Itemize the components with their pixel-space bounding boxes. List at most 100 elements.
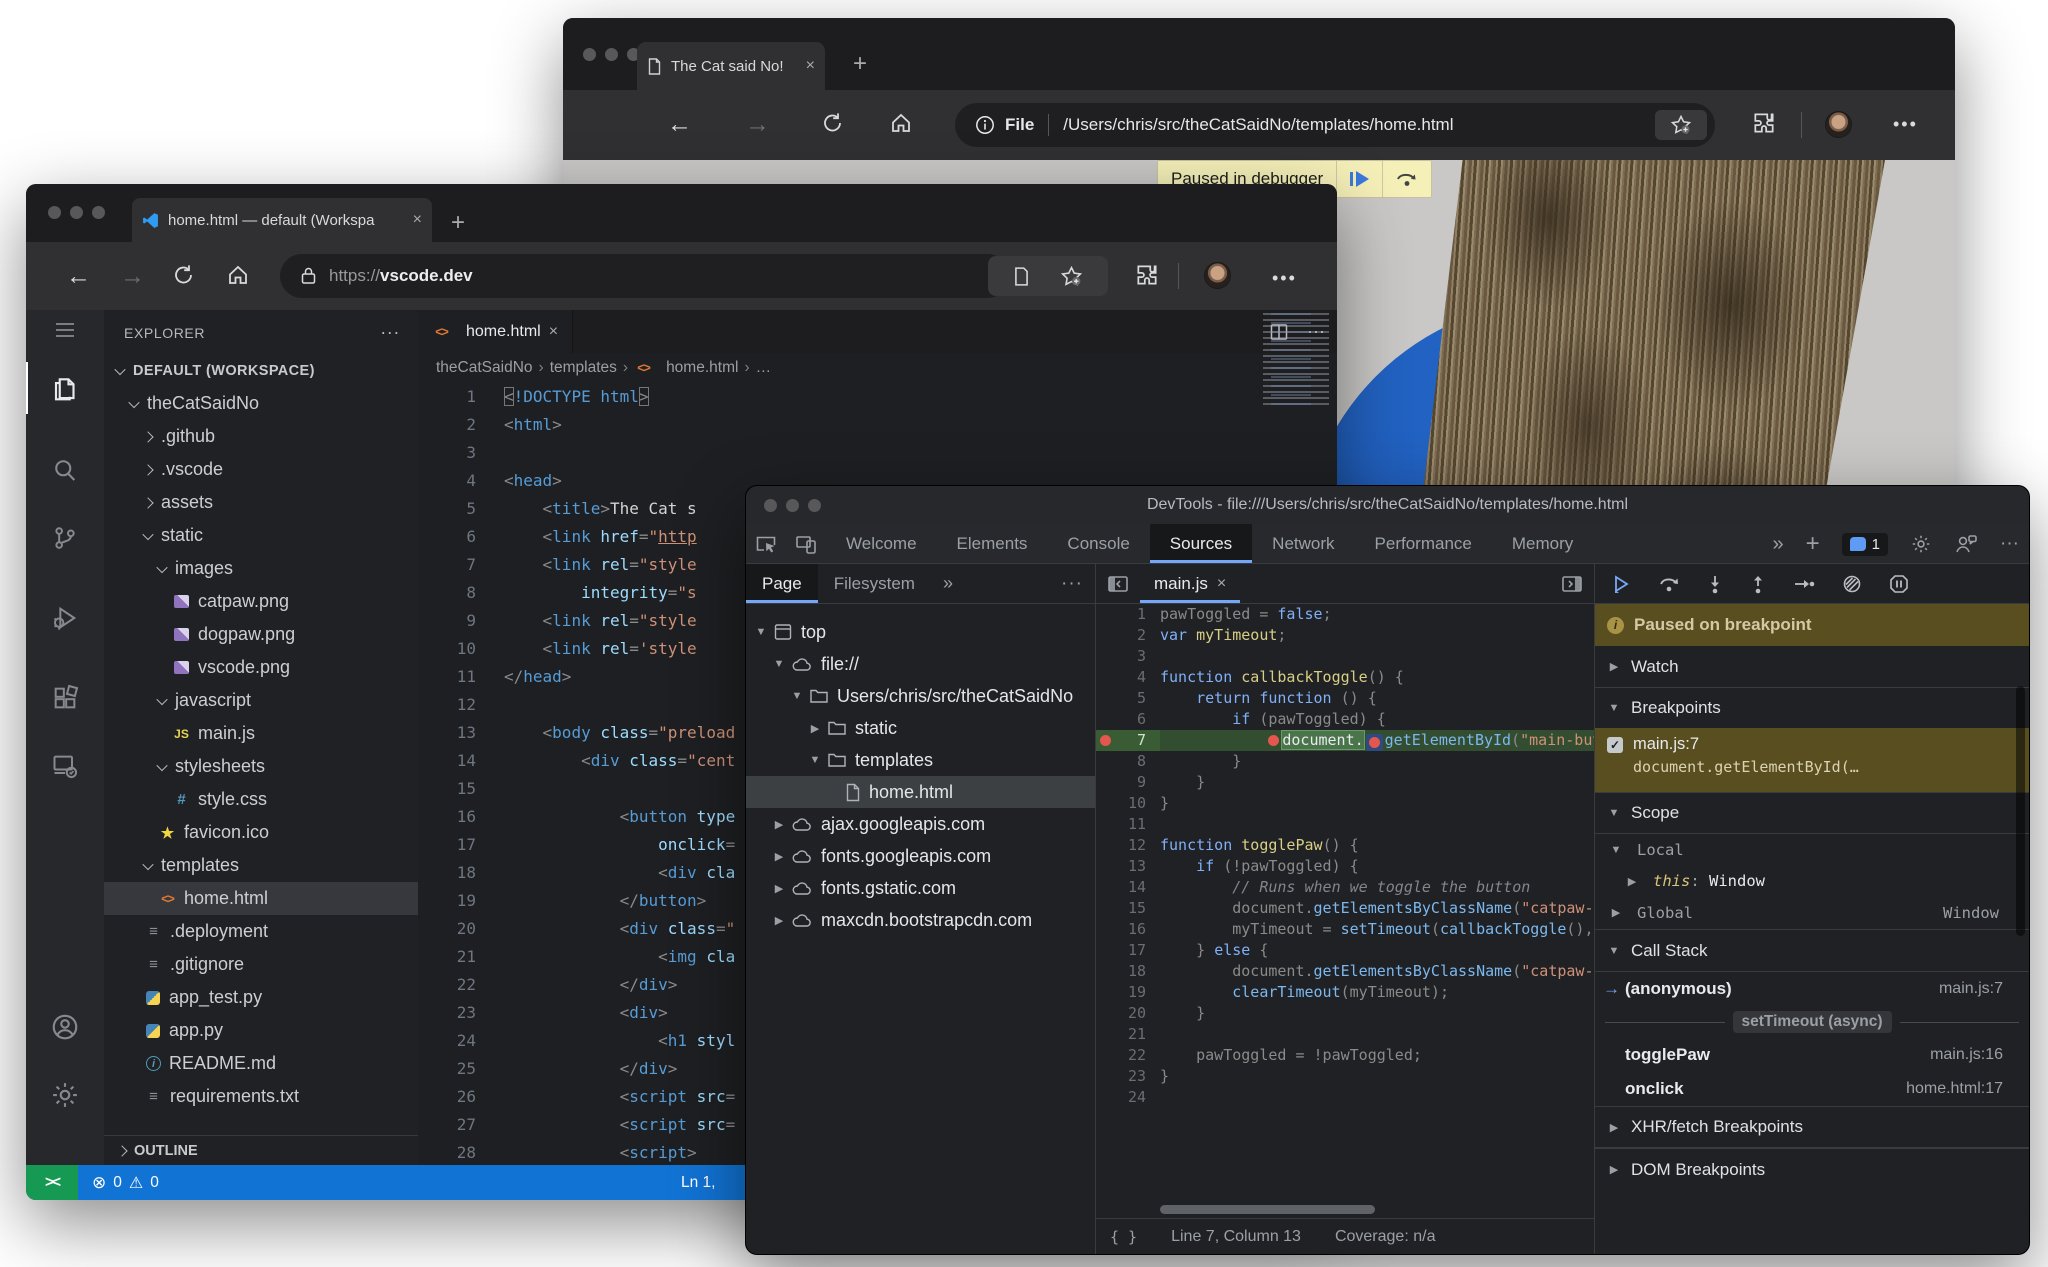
- pause-on-exceptions-icon[interactable]: [1889, 574, 1909, 594]
- tree-item-app-test-py[interactable]: app_test.py: [104, 981, 418, 1014]
- profile-avatar[interactable]: [1825, 111, 1852, 138]
- code-line[interactable]: 7 document. getElementById("main-but: [1096, 730, 1594, 751]
- navigator-item-static[interactable]: ▶ static: [746, 712, 1095, 744]
- zoom-window-icon[interactable]: [808, 499, 821, 512]
- devtools-tab-elements[interactable]: Elements: [937, 524, 1048, 563]
- code-line[interactable]: 16 myTimeout = setTimeout(callbackToggle…: [1096, 919, 1594, 940]
- forward-button[interactable]: →: [120, 262, 145, 290]
- home-button[interactable]: [226, 262, 250, 288]
- navigator-item-users-chris-src-thecatsaidno[interactable]: ▼ Users/chris/src/theCatSaidNo: [746, 680, 1095, 712]
- callstack-section-header[interactable]: ▼ Call Stack: [1595, 930, 2029, 972]
- code-line[interactable]: 2 var myTimeout;: [1096, 625, 1594, 646]
- minimize-window-icon[interactable]: [605, 48, 618, 61]
- navigator-tab-page[interactable]: Page: [746, 564, 818, 603]
- code-line[interactable]: 8 }: [1096, 751, 1594, 772]
- navigator-item-fonts-googleapis-com[interactable]: ▶ fonts.googleapis.com: [746, 840, 1095, 872]
- tree-item-templates[interactable]: templates: [104, 849, 418, 882]
- explorer-actions-button[interactable]: ···: [380, 322, 400, 343]
- tree-item--gitignore[interactable]: ≡ .gitignore: [104, 948, 418, 981]
- code-line[interactable]: 11: [1096, 814, 1594, 835]
- callstack-frame-onclick[interactable]: onclick home.html:17: [1595, 1072, 2029, 1106]
- scope-global-group[interactable]: ▶ Global Window: [1595, 896, 2029, 930]
- settings-gear-icon[interactable]: [26, 1069, 104, 1121]
- tree-item-requirements-txt[interactable]: ≡ requirements.txt: [104, 1080, 418, 1113]
- close-editor-button[interactable]: ×: [549, 323, 558, 341]
- reload-button[interactable]: [821, 110, 845, 136]
- document-icon[interactable]: [1013, 266, 1030, 286]
- code-line[interactable]: 23}: [1096, 1066, 1594, 1087]
- breakpoint-icon[interactable]: [1100, 735, 1111, 746]
- remote-explorer-icon[interactable]: [26, 740, 104, 792]
- devtools-tab-network[interactable]: Network: [1252, 524, 1354, 563]
- breadcrumb-item[interactable]: home.html: [666, 359, 738, 377]
- editor-tab-main-js[interactable]: main.js ×: [1140, 564, 1240, 603]
- minimize-window-icon[interactable]: [70, 206, 83, 219]
- navigator-item-ajax-googleapis-com[interactable]: ▶ ajax.googleapis.com: [746, 808, 1095, 840]
- callstack-frame--anonymous-[interactable]: → (anonymous) main.js:7: [1595, 972, 2029, 1006]
- tree-item-javascript[interactable]: javascript: [104, 684, 418, 717]
- settings-menu-button[interactable]: •••: [1893, 114, 1918, 135]
- code-line[interactable]: 14 // Runs when we toggle the button: [1096, 877, 1594, 898]
- extensions-icon[interactable]: [1751, 110, 1777, 136]
- navigator-item-maxcdn-bootstrapcdn-com[interactable]: ▶ maxcdn.bootstrapcdn.com: [746, 904, 1095, 936]
- tree-item-main-js[interactable]: JS main.js: [104, 717, 418, 750]
- browser-tab[interactable]: The Cat said No! ×: [637, 42, 825, 90]
- tree-item--deployment[interactable]: ≡ .deployment: [104, 915, 418, 948]
- settings-menu-button[interactable]: •••: [1272, 268, 1297, 289]
- new-tab-button[interactable]: +: [451, 209, 465, 237]
- breakpoints-section-header[interactable]: ▼ Breakpoints: [1595, 688, 2029, 728]
- devtools-menu-button[interactable]: ···: [2000, 533, 2019, 555]
- tree-item-default-workspace-[interactable]: DEFAULT (WORKSPACE): [104, 354, 418, 387]
- back-button[interactable]: ←: [667, 110, 692, 138]
- devtools-tab-memory[interactable]: Memory: [1492, 524, 1593, 563]
- devtools-tab-welcome[interactable]: Welcome: [826, 524, 937, 563]
- devtools-tab-console[interactable]: Console: [1047, 524, 1149, 563]
- scope-section-header[interactable]: ▼ Scope: [1595, 792, 2029, 834]
- tree-item-vscode-png[interactable]: vscode.png: [104, 651, 418, 684]
- search-icon[interactable]: [26, 444, 104, 496]
- breadcrumb-item[interactable]: …: [756, 359, 772, 377]
- tree-item-home-html[interactable]: <> home.html: [104, 882, 418, 915]
- devtools-tab-performance[interactable]: Performance: [1355, 524, 1492, 563]
- code-line[interactable]: 2 <html>: [418, 411, 1337, 439]
- home-button[interactable]: [889, 110, 913, 136]
- close-window-icon[interactable]: [764, 499, 777, 512]
- device-toolbar-icon[interactable]: [786, 524, 826, 563]
- remote-indicator-button[interactable]: ><: [26, 1165, 78, 1200]
- extensions-icon[interactable]: [1134, 262, 1160, 288]
- address-bar[interactable]: https://vscode.dev: [280, 254, 1010, 298]
- code-line[interactable]: 4 function callbackToggle() {: [1096, 667, 1594, 688]
- run-debug-icon[interactable]: [26, 592, 104, 644]
- code-line[interactable]: 1 pawToggled = false;: [1096, 604, 1594, 625]
- code-line[interactable]: 3: [418, 439, 1337, 467]
- code-line[interactable]: 5 return function () {: [1096, 688, 1594, 709]
- browser-tab[interactable]: home.html — default (Workspa ×: [132, 198, 432, 242]
- devtools-settings-gear-icon[interactable]: [1910, 533, 1932, 555]
- new-devtools-tab-button[interactable]: +: [1806, 530, 1820, 558]
- tree-item--vscode[interactable]: .vscode: [104, 453, 418, 486]
- tree-item-style-css[interactable]: # style.css: [104, 783, 418, 816]
- watch-section-header[interactable]: ▶ Watch: [1595, 646, 2029, 688]
- breadcrumb-item[interactable]: theCatSaidNo: [436, 359, 533, 377]
- editor-tab-home-html[interactable]: <> home.html ×: [418, 310, 574, 353]
- code-line[interactable]: 24: [1096, 1087, 1594, 1108]
- tree-item-favicon-ico[interactable]: ★ favicon.ico: [104, 816, 418, 849]
- scope-local-group[interactable]: ▼ Local: [1595, 834, 2029, 866]
- address-bar[interactable]: File /Users/chris/src/theCatSaidNo/templ…: [955, 103, 1715, 147]
- code-line[interactable]: 20 }: [1096, 1003, 1594, 1024]
- dom-breakpoints-section-header[interactable]: ▶ DOM Breakpoints: [1595, 1148, 2029, 1190]
- back-button[interactable]: ←: [66, 262, 91, 290]
- close-editor-tab-button[interactable]: ×: [1217, 575, 1226, 593]
- navigator-item-templates[interactable]: ▼ templates: [746, 744, 1095, 776]
- code-line[interactable]: 6 if (pawToggled) {: [1096, 709, 1594, 730]
- tree-item-stylesheets[interactable]: stylesheets: [104, 750, 418, 783]
- profiles-icon[interactable]: [1954, 533, 1978, 555]
- code-line[interactable]: 10}: [1096, 793, 1594, 814]
- window-controls[interactable]: [583, 48, 640, 61]
- code-line[interactable]: 1 <!DOCTYPE html>: [418, 383, 1337, 411]
- navigator-item-file-[interactable]: ▼ file://: [746, 648, 1095, 680]
- devtools-tab-sources[interactable]: Sources: [1149, 524, 1253, 563]
- new-tab-button[interactable]: +: [853, 50, 867, 78]
- show-debugger-icon[interactable]: [1560, 572, 1584, 596]
- menu-icon[interactable]: [26, 310, 104, 350]
